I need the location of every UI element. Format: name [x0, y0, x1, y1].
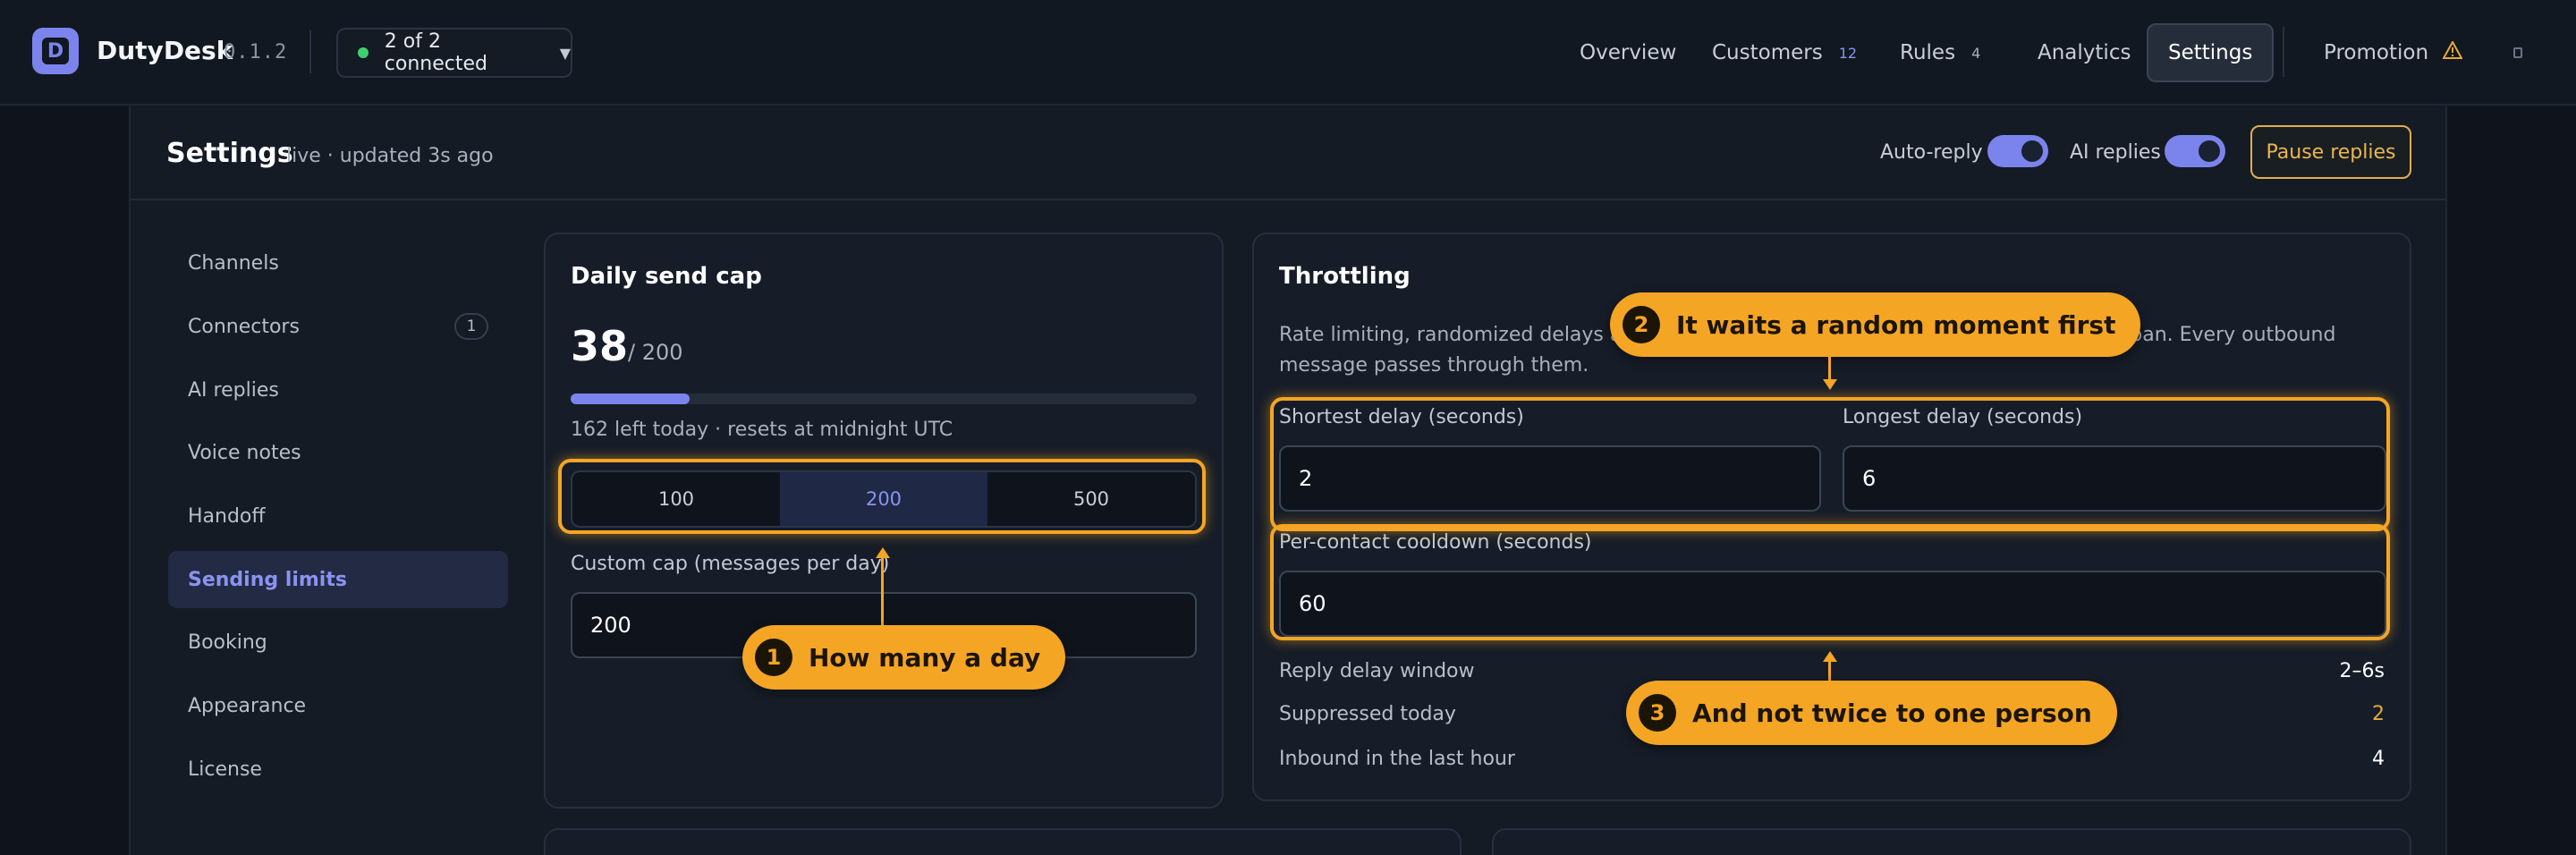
auto-reply-toggle[interactable]	[1987, 135, 2048, 167]
arrow-head	[1823, 379, 1837, 390]
connectors-count-badge: 1	[454, 313, 488, 340]
app-version: 0.1.2	[224, 41, 288, 63]
page-title: Settings	[166, 138, 293, 169]
callout-number: 1	[755, 639, 792, 676]
ai-replies-toggle[interactable]	[2165, 135, 2225, 167]
highlight-cooldown-field	[1270, 524, 2390, 640]
connection-status-label: 2 of 2 connected	[384, 30, 487, 75]
annotation-callout-2: 2 It waits a random moment first	[1610, 292, 2141, 357]
suppressed-today-value: 2	[2372, 703, 2385, 725]
nav-tab-rules[interactable]: Rules 4	[1877, 23, 2004, 82]
nav-tab-label: Overview	[1580, 41, 1677, 64]
sidebar-item-booking[interactable]: Booking	[168, 614, 508, 671]
callout-number: 2	[1623, 306, 1660, 343]
callout-text: It waits a random moment first	[1676, 309, 2116, 340]
ai-replies-label: AI replies	[2070, 141, 2161, 164]
sidebar-item-connectors[interactable]: Connectors 1	[168, 298, 508, 355]
nav-tab-label: Settings	[2168, 41, 2253, 64]
customers-count-badge: 12	[1838, 44, 1858, 62]
card-title: Throttling	[1279, 263, 1411, 290]
sent-today-count: 38	[571, 322, 629, 370]
nav-tab-customers[interactable]: Customers 12	[1689, 23, 1880, 82]
lower-card	[1492, 828, 2411, 855]
sidebar-item-ai-replies[interactable]: AI replies	[168, 361, 508, 419]
nav-tab-label: Promotion	[2324, 41, 2429, 64]
sidebar-item-handoff[interactable]: Handoff	[168, 487, 508, 545]
sidebar-item-label: License	[188, 758, 262, 781]
app-name: DutyDesk	[97, 36, 233, 65]
sidebar-item-label: Voice notes	[188, 441, 301, 464]
stat-label: Suppressed today	[1279, 703, 1456, 725]
highlight-delay-fields	[1270, 397, 2390, 531]
connection-dropdown[interactable]: 2 of 2 connected ▼	[336, 28, 572, 78]
page-status: live · updated 3s ago	[286, 145, 494, 167]
nav-tab-label: Analytics	[2038, 41, 2131, 64]
auto-reply-label: Auto-reply	[1880, 141, 1983, 164]
toggle-knob	[2021, 140, 2043, 162]
callout-number: 3	[1639, 694, 1676, 732]
chevron-down-icon: ▼	[559, 44, 571, 62]
annotation-callout-1: 1 How many a day	[742, 625, 1066, 690]
sidebar-item-label: Channels	[188, 251, 279, 275]
remaining-text: 162 left today · resets at midnight UTC	[571, 419, 953, 441]
nav-tab-promotion[interactable]: Promotion	[2301, 23, 2486, 82]
sidebar-item-sending-limits[interactable]: Sending limits	[168, 551, 508, 608]
card-title: Daily send cap	[571, 263, 762, 290]
reply-delay-window-value: 2–6s	[2339, 660, 2385, 682]
sidebar-item-label: Appearance	[188, 694, 307, 717]
sidebar-item-voice-notes[interactable]: Voice notes	[168, 424, 508, 481]
sidebar-item-appearance[interactable]: Appearance	[168, 677, 508, 734]
sidebar-item-label: AI replies	[188, 378, 279, 402]
sidebar-item-label: Handoff	[188, 504, 266, 528]
settings-header: Settings live · updated 3s ago Auto-repl…	[131, 106, 2445, 200]
connected-status-dot	[358, 47, 369, 58]
sidebar-item-label: Booking	[188, 631, 267, 654]
divider	[309, 30, 311, 73]
window-icon[interactable]	[2513, 47, 2522, 58]
toggle-knob	[2199, 140, 2220, 162]
highlight-cap-presets	[558, 459, 1206, 534]
logo-letter: D	[42, 38, 69, 64]
arrow-line	[881, 556, 884, 626]
lower-card	[544, 828, 1462, 855]
top-bar: D DutyDesk 0.1.2 2 of 2 connected ▼ Over…	[0, 0, 2576, 106]
app-logo[interactable]: D	[32, 28, 79, 74]
sidebar-item-channels[interactable]: Channels	[168, 234, 508, 292]
warning-icon	[2442, 39, 2463, 64]
nav-tab-label: Rules	[1900, 41, 1956, 64]
sidebar-item-label: Connectors	[188, 315, 300, 338]
description-text: Rate limiting, randomized delays and	[1279, 324, 1654, 346]
callout-text: How many a day	[809, 642, 1041, 673]
arrow-line	[1828, 660, 1831, 681]
daily-limit: / 200	[628, 340, 683, 365]
progress-fill	[571, 394, 690, 404]
callout-text: And not twice to one person	[1692, 698, 2092, 728]
inbound-last-hour-value: 4	[2372, 748, 2385, 770]
nav-tab-label: Customers	[1712, 41, 1823, 64]
custom-cap-label: Custom cap (messages per day)	[571, 553, 890, 575]
sidebar-item-label: Sending limits	[188, 568, 347, 591]
nav-tab-analytics[interactable]: Analytics	[2014, 23, 2154, 82]
rules-count-badge: 4	[1971, 44, 1981, 62]
daily-cap-progress-bar	[571, 394, 1197, 404]
nav-tab-settings[interactable]: Settings	[2147, 23, 2275, 82]
stat-label: Inbound in the last hour	[1279, 748, 1515, 770]
sidebar-item-license[interactable]: License	[168, 741, 508, 798]
nav-tab-overview[interactable]: Overview	[1556, 23, 1699, 82]
stat-label: Reply delay window	[1279, 660, 1475, 682]
divider	[2283, 27, 2284, 77]
annotation-callout-3: 3 And not twice to one person	[1626, 681, 2117, 745]
pause-replies-button[interactable]: Pause replies	[2250, 125, 2411, 179]
